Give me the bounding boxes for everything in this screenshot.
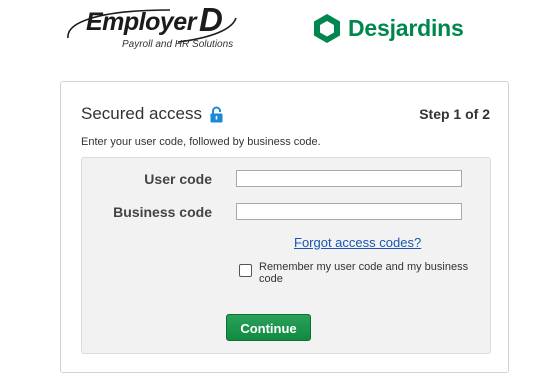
employer-logo-letter: D bbox=[199, 1, 223, 38]
panel-title-text: Secured access bbox=[81, 104, 202, 123]
business-code-label: Business code bbox=[113, 204, 212, 220]
remember-checkbox[interactable] bbox=[239, 264, 252, 277]
lock-icon bbox=[210, 106, 223, 122]
step-indicator: Step 1 of 2 bbox=[419, 106, 490, 122]
desjardins-hexagon-icon bbox=[314, 13, 340, 43]
secured-access-panel: Secured access Step 1 of 2 Enter your us… bbox=[60, 81, 509, 373]
instructions-text: Enter your user code, followed by busine… bbox=[81, 136, 321, 148]
user-code-label: User code bbox=[144, 171, 212, 187]
employer-logo-tagline: Payroll and HR Solutions bbox=[122, 39, 234, 50]
forgot-access-codes-link[interactable]: Forgot access codes? bbox=[294, 235, 421, 250]
desjardins-logo-name: Desjardins bbox=[348, 14, 464, 41]
continue-button[interactable]: Continue bbox=[226, 314, 311, 341]
panel-title: Secured access bbox=[81, 104, 223, 124]
business-code-input[interactable] bbox=[236, 203, 462, 220]
desjardins-logo: Desjardins bbox=[313, 10, 464, 46]
employer-logo-word: Employer bbox=[86, 8, 196, 36]
remember-checkbox-label: Remember my user code and my business co… bbox=[259, 261, 469, 285]
employer-d-logo: Employer D Payroll and HR Solutions bbox=[60, 1, 240, 54]
login-form: User code Business code Forgot access co… bbox=[81, 157, 491, 354]
user-code-input[interactable] bbox=[236, 170, 462, 187]
